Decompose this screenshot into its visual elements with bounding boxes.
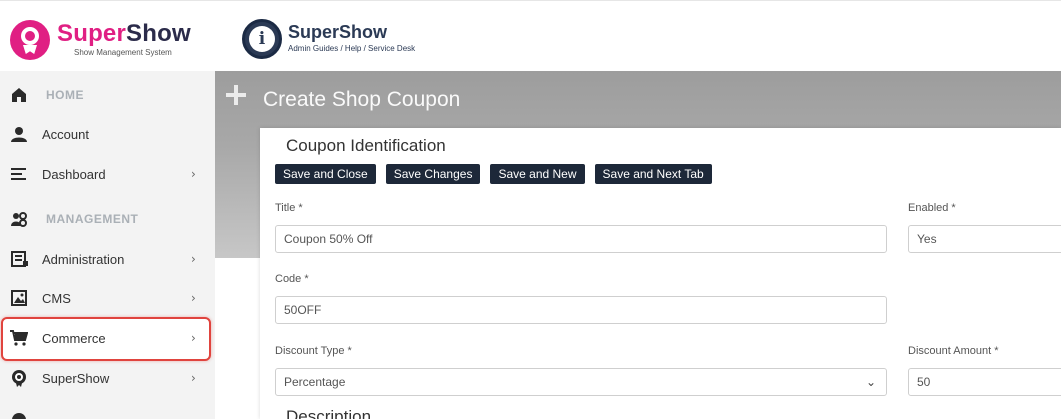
discount-amount-field[interactable]: 50 — [908, 368, 1061, 396]
users-gear-icon — [10, 210, 28, 228]
chevron-down-icon: ⌄ — [865, 375, 876, 389]
home-icon — [10, 86, 28, 104]
cart-icon — [10, 329, 28, 347]
sidebar-section-home[interactable]: HOME — [0, 76, 215, 114]
help-subtitle: Admin Guides / Help / Service Desk — [288, 43, 416, 53]
user-icon — [10, 125, 28, 143]
sidebar-item-dashboard[interactable]: Dashboard › — [0, 155, 215, 193]
ribbon-logo-icon — [10, 20, 50, 60]
sidebar-item-commerce[interactable]: Commerce › — [0, 319, 215, 357]
chevron-right-icon: › — [191, 252, 196, 266]
discount-type-label: Discount Type * — [275, 345, 352, 357]
save-and-next-tab-button[interactable]: Save and Next Tab — [594, 164, 712, 184]
section-title: Coupon Identification — [286, 136, 446, 155]
discount-type-value: Percentage — [284, 375, 346, 389]
enabled-label: Enabled * — [908, 202, 956, 214]
sidebar: HOME Account Dashboard › MANAGEMENT Admi… — [0, 71, 215, 419]
help-link[interactable]: i SuperShow Admin Guides / Help / Servic… — [242, 19, 415, 59]
discount-amount-label: Discount Amount * — [908, 345, 999, 357]
menu-lines-icon — [10, 165, 28, 183]
code-label: Code * — [275, 273, 309, 285]
plus-icon — [226, 85, 246, 105]
chevron-right-icon: › — [191, 371, 196, 385]
brand-subtitle: Show Management System — [74, 48, 172, 57]
sidebar-item-supershow[interactable]: SuperShow › — [0, 359, 215, 397]
coupon-form-card: Coupon Identification Save and Close Sav… — [260, 128, 1061, 419]
main-content: Create Shop Coupon Coupon Identification… — [215, 71, 1061, 419]
sidebar-item-administration[interactable]: Administration › — [0, 240, 215, 278]
save-and-close-button[interactable]: Save and Close — [275, 164, 376, 184]
page-title: Create Shop Coupon — [263, 88, 461, 111]
supershow-logo[interactable]: SuperShow Show Management System — [10, 20, 191, 60]
image-frame-icon — [10, 289, 28, 307]
top-header: SuperShow Show Management System i Super… — [0, 0, 1061, 71]
info-icon: i — [242, 19, 282, 59]
sidebar-item-account[interactable]: Account — [0, 115, 215, 153]
sidebar-item-cms[interactable]: CMS › — [0, 279, 215, 317]
sidebar-item-partial — [0, 401, 215, 419]
chevron-right-icon: › — [191, 331, 196, 345]
enabled-select[interactable]: Yes — [908, 225, 1061, 253]
circle-icon — [10, 411, 28, 419]
save-changes-button[interactable]: Save Changes — [385, 164, 481, 184]
chevron-right-icon: › — [191, 291, 196, 305]
sidebar-section-management[interactable]: MANAGEMENT — [0, 200, 215, 238]
supershow-icon — [10, 369, 28, 387]
chevron-right-icon: › — [191, 167, 196, 181]
admin-list-icon — [10, 250, 28, 268]
code-field[interactable]: 50OFF — [275, 296, 887, 324]
title-label: Title * — [275, 202, 303, 214]
discount-type-select[interactable]: Percentage ⌄ — [275, 368, 887, 396]
save-and-new-button[interactable]: Save and New — [490, 164, 585, 184]
form-toolbar: Save and Close Save Changes Save and New… — [275, 164, 722, 184]
brand-name: SuperShow — [57, 20, 191, 47]
title-field[interactable]: Coupon 50% Off — [275, 225, 887, 253]
description-section-title: Description — [286, 407, 372, 419]
help-title: SuperShow — [288, 21, 388, 42]
